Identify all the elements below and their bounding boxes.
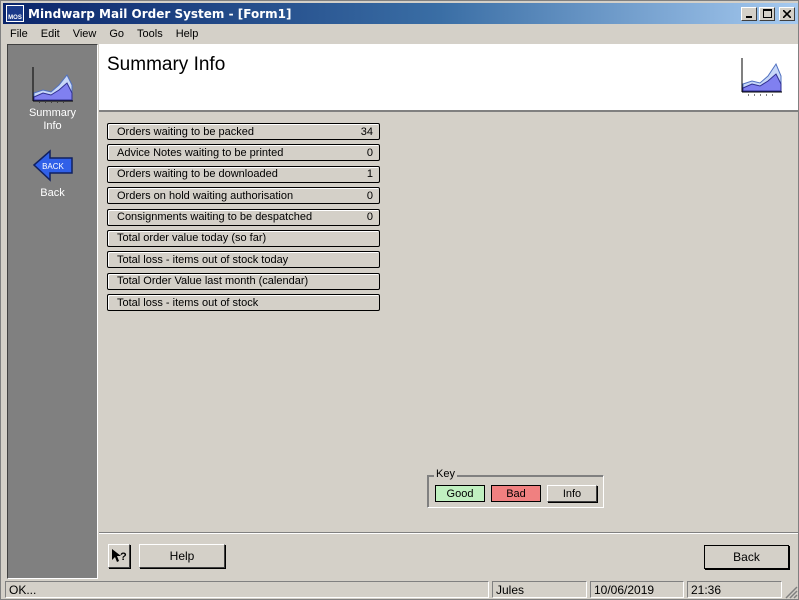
status-label: Total order value today (so far) bbox=[117, 232, 267, 245]
minimize-icon bbox=[746, 15, 752, 18]
status-label: Total Order Value last month (calendar) bbox=[117, 275, 309, 288]
svg-text:?: ? bbox=[120, 551, 127, 563]
status-value: 1 bbox=[366, 168, 373, 181]
back-button-label: Back bbox=[733, 550, 760, 564]
status-label: Total loss - items out of stock today bbox=[117, 253, 289, 266]
status-row-order-value-today[interactable]: Total order value today (so far) bbox=[107, 229, 380, 247]
status-row-order-value-last-month[interactable]: Total Order Value last month (calendar) bbox=[107, 272, 380, 290]
key-legend: Key Good Bad Info bbox=[427, 468, 604, 508]
nav-back-label: Back bbox=[40, 187, 65, 199]
status-label: Orders waiting to be packed bbox=[117, 125, 254, 138]
maximize-icon bbox=[762, 9, 772, 18]
menu-go[interactable]: Go bbox=[102, 28, 130, 40]
status-row-loss-today[interactable]: Total loss - items out of stock today bbox=[107, 251, 380, 269]
status-value: 0 bbox=[366, 189, 373, 202]
menu-edit[interactable]: Edit bbox=[34, 28, 66, 40]
resize-grip-icon[interactable] bbox=[784, 585, 798, 599]
menu-help[interactable]: Help bbox=[169, 28, 205, 40]
app-window: MOS Mindwarp Mail Order System - [Form1]… bbox=[0, 0, 799, 600]
menu-file[interactable]: File bbox=[3, 28, 34, 40]
key-good: Good bbox=[435, 485, 485, 502]
title-bar[interactable]: MOS Mindwarp Mail Order System - [Form1] bbox=[3, 3, 798, 24]
close-button[interactable] bbox=[779, 6, 795, 21]
status-row-loss-total[interactable]: Total loss - items out of stock bbox=[107, 294, 380, 312]
status-bar: OK... Jules 10/06/2019 21:36 bbox=[3, 580, 798, 599]
navigation-panel: Summary Info BACK Back bbox=[7, 44, 98, 579]
status-date: 10/06/2019 bbox=[590, 581, 684, 598]
page-header: Summary Info bbox=[99, 44, 798, 112]
key-info-button[interactable]: Info bbox=[547, 485, 597, 502]
area-chart-icon bbox=[32, 67, 73, 103]
status-row-advice-notes[interactable]: Advice Notes waiting to be printed 0 bbox=[107, 144, 380, 162]
window-title: Mindwarp Mail Order System - [Form1] bbox=[28, 6, 292, 21]
maximize-button[interactable] bbox=[759, 6, 775, 21]
back-button[interactable]: Back bbox=[704, 545, 789, 569]
help-button[interactable]: Help bbox=[139, 544, 225, 568]
status-value: 34 bbox=[360, 125, 373, 138]
status-row-consignments[interactable]: Consignments waiting to be despatched 0 bbox=[107, 208, 380, 226]
status-row-orders-download[interactable]: Orders waiting to be downloaded 1 bbox=[107, 165, 380, 183]
status-time: 21:36 bbox=[687, 581, 782, 598]
menu-tools[interactable]: Tools bbox=[130, 28, 169, 40]
minimize-button[interactable] bbox=[741, 6, 757, 21]
menu-view[interactable]: View bbox=[66, 28, 103, 40]
status-row-orders-packed[interactable]: Orders waiting to be packed 34 bbox=[107, 123, 380, 140]
status-label: Consignments waiting to be despatched bbox=[117, 211, 313, 224]
menu-bar: File Edit View Go Tools Help bbox=[3, 25, 798, 43]
area-chart-icon bbox=[741, 58, 782, 96]
status-label: Advice Notes waiting to be printed bbox=[117, 146, 284, 159]
status-label: Orders waiting to be downloaded bbox=[117, 168, 278, 181]
status-list: Orders waiting to be packed 34 Advice No… bbox=[107, 123, 380, 316]
app-icon[interactable]: MOS bbox=[6, 5, 24, 22]
nav-summary-info[interactable]: Summary Info bbox=[8, 63, 97, 133]
help-button-label: Help bbox=[169, 549, 195, 563]
nav-summary-info-label: Summary Info bbox=[28, 107, 77, 132]
close-icon bbox=[783, 9, 791, 18]
status-user: Jules bbox=[492, 581, 587, 598]
status-label: Orders on hold waiting authorisation bbox=[117, 189, 294, 202]
app-icon-text: MOS bbox=[8, 15, 22, 21]
status-value: 0 bbox=[366, 146, 373, 159]
whats-this-button[interactable]: ? bbox=[108, 544, 130, 568]
page-title: Summary Info bbox=[107, 54, 226, 75]
status-row-orders-hold[interactable]: Orders on hold waiting authorisation 0 bbox=[107, 187, 380, 205]
key-title: Key bbox=[434, 468, 457, 480]
status-label: Total loss - items out of stock bbox=[117, 296, 259, 309]
main-content: Summary Info Orders waiting to be packed… bbox=[99, 44, 798, 579]
footer-divider bbox=[99, 532, 798, 534]
key-bad: Bad bbox=[491, 485, 541, 502]
back-arrow-icon: BACK bbox=[32, 149, 73, 182]
status-message: OK... bbox=[5, 581, 489, 598]
whats-this-icon: ? bbox=[112, 549, 127, 563]
status-value: 0 bbox=[366, 211, 373, 224]
back-icon-text: BACK bbox=[42, 162, 64, 171]
nav-back[interactable]: BACK Back bbox=[8, 149, 97, 200]
